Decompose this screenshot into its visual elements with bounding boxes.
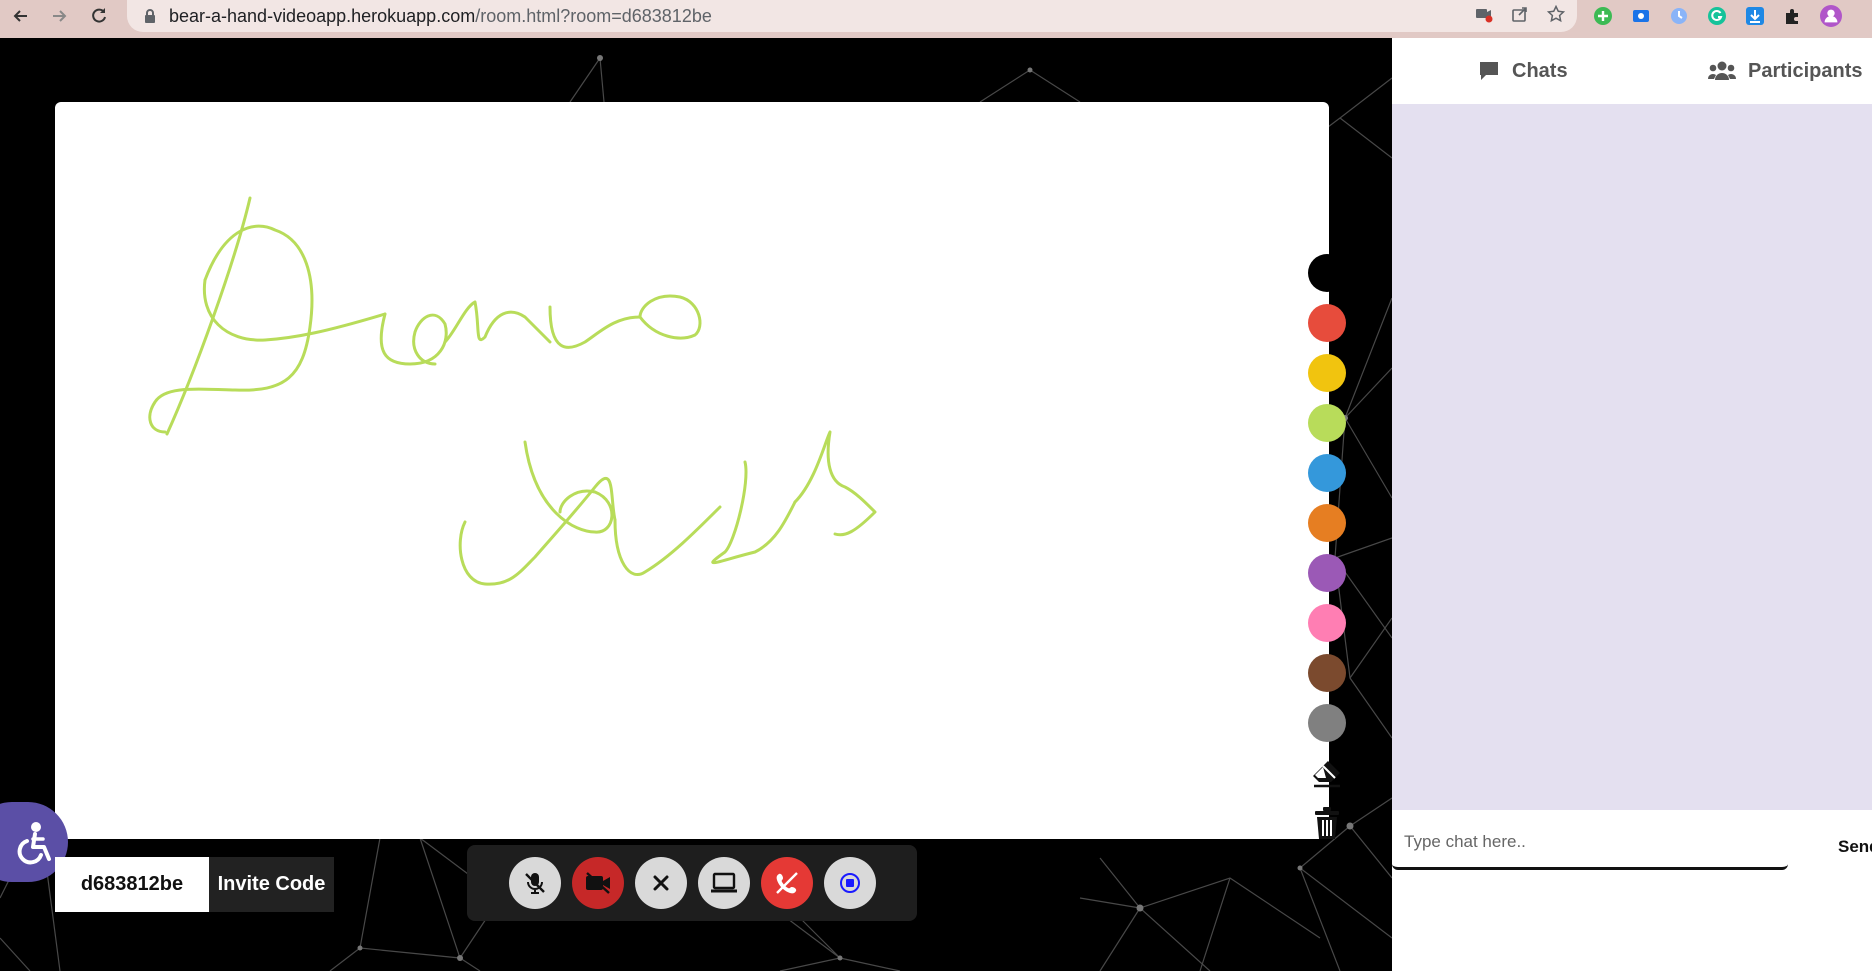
address-bar[interactable]: bear-a-hand-videoapp.herokuapp.com/room.… [127,0,1577,32]
extension-record-icon[interactable] [1630,5,1652,27]
users-icon [1708,61,1736,80]
record-button[interactable] [823,857,876,909]
eraser-icon[interactable] [1308,754,1346,792]
color-swatch[interactable] [1308,304,1346,342]
screen-share-button[interactable] [697,857,750,909]
trash-icon[interactable] [1308,804,1346,842]
url-host: bear-a-hand-videoapp.herokuapp.com [169,5,476,26]
toggle-video-button[interactable] [571,857,624,909]
room-code: d683812be [55,857,209,912]
invite-code-button[interactable]: Invite Code [209,857,334,912]
extension-timer-icon[interactable] [1668,5,1690,27]
send-button[interactable]: Send [1838,837,1872,857]
mute-mic-button[interactable] [508,857,561,909]
mic-off-icon [524,873,545,894]
tab-participants[interactable]: Participants [1708,38,1862,104]
laptop-icon [710,872,737,893]
browser-toolbar: bear-a-hand-videoapp.herokuapp.com/room.… [0,0,1872,38]
lock-icon [141,7,159,25]
tab-chats-label: Chats [1512,59,1568,82]
profile-avatar-icon[interactable] [1820,5,1842,27]
color-swatch[interactable] [1308,454,1346,492]
color-swatch[interactable] [1308,254,1346,292]
color-swatch[interactable] [1308,604,1346,642]
grammarly-icon[interactable] [1706,5,1728,27]
video-off-icon [585,872,610,894]
color-swatch[interactable] [1308,704,1346,742]
download-icon[interactable] [1744,5,1766,27]
chat-icon [1480,62,1498,80]
forward-icon[interactable] [44,0,74,32]
accessibility-icon [17,822,51,865]
tab-participants-label: Participants [1748,59,1863,82]
invite-code-group: d683812be Invite Code [55,857,334,912]
color-swatch[interactable] [1308,554,1346,592]
side-panel: Chats Participants [1392,38,1872,971]
tab-chats[interactable]: Chats [1478,38,1568,104]
whiteboard[interactable] [55,102,1346,839]
color-swatch[interactable] [1308,654,1346,692]
end-call-button[interactable] [760,857,813,909]
back-icon[interactable] [6,0,36,32]
close-icon [653,875,668,891]
bookmark-star-icon[interactable] [1546,4,1566,28]
call-controls [467,845,917,921]
chat-messages-area [1392,104,1872,810]
close-board-button[interactable] [634,857,687,909]
record-icon [839,873,860,893]
reload-icon[interactable] [84,0,114,32]
whiteboard-drawing [148,196,877,586]
url-text: bear-a-hand-videoapp.herokuapp.com/room.… [169,6,712,27]
camera-blocked-icon[interactable] [1475,5,1493,28]
color-swatch[interactable] [1308,404,1346,442]
extensions-puzzle-icon[interactable] [1782,5,1804,27]
phone-off-icon [775,872,798,894]
share-icon[interactable] [1511,5,1529,28]
color-palette [1308,254,1346,842]
chat-input[interactable] [1392,816,1788,870]
color-swatch[interactable] [1308,504,1346,542]
url-path: /room.html?room=d683812be [475,5,712,26]
extension-plus-icon[interactable] [1592,5,1614,27]
color-swatch[interactable] [1308,354,1346,392]
